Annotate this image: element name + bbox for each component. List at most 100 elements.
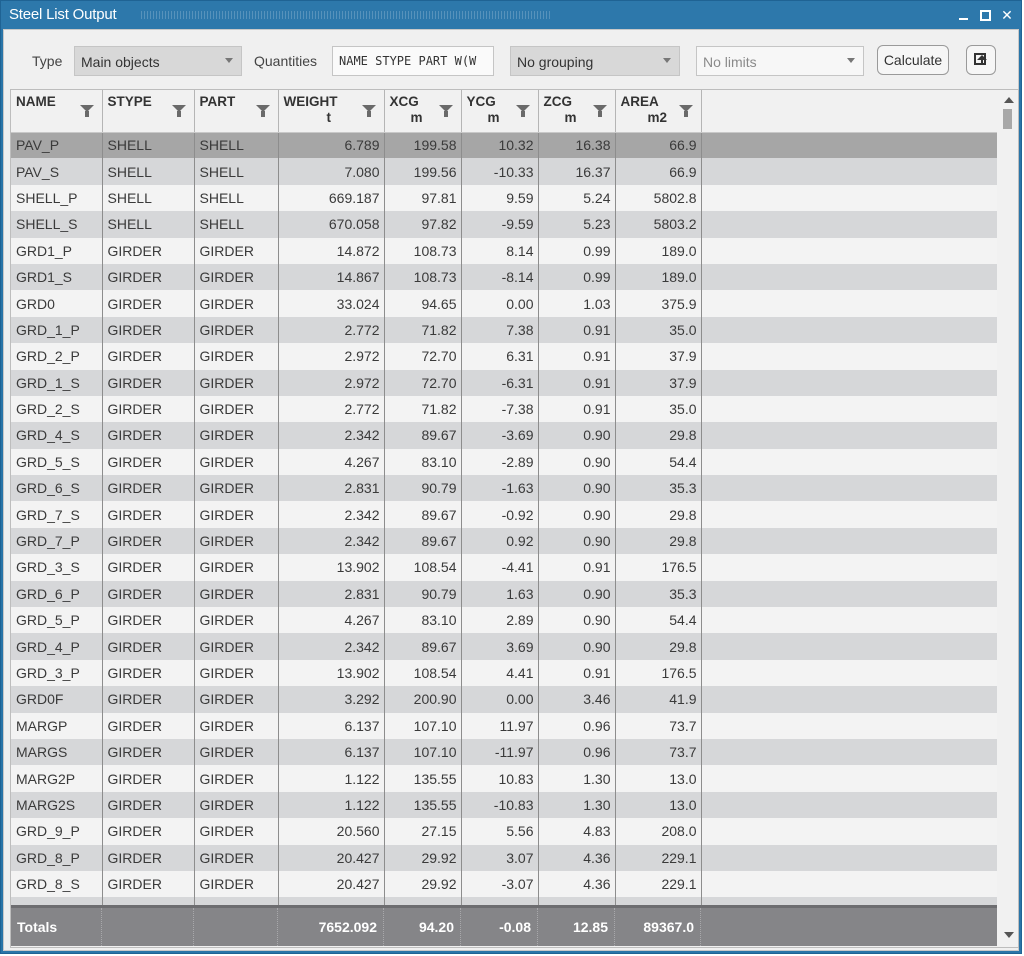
cell-name[interactable]: GRD_2_P <box>11 343 103 370</box>
cell-weight[interactable]: 6.137 <box>278 712 385 739</box>
cell-part[interactable]: GIRDER <box>194 765 279 792</box>
cell-name[interactable]: GRD0F <box>11 686 103 713</box>
cell-area[interactable]: 35.0 <box>615 395 702 423</box>
cell-area[interactable]: 35.0 <box>615 316 702 344</box>
cell-xcg[interactable]: 199.58 <box>384 132 462 159</box>
column-header-name[interactable]: NAME <box>11 90 103 133</box>
cell-ycg[interactable]: 1.63 <box>461 580 539 608</box>
cell-zcg[interactable]: 3.46 <box>538 686 616 713</box>
column-header-area[interactable]: AREA m2 <box>615 90 702 133</box>
cell-ycg[interactable]: 7.38 <box>461 316 539 344</box>
cell-weight[interactable]: 2.342 <box>278 633 385 660</box>
cell-stype[interactable]: GIRDER <box>102 369 195 396</box>
column-header-weight[interactable]: WEIGHT t <box>278 90 385 133</box>
cell-xcg[interactable]: 72.70 <box>384 369 462 396</box>
cell-zcg[interactable]: 0.91 <box>538 395 616 423</box>
cell-name[interactable]: GRD_7_S <box>11 501 103 528</box>
cell-ycg[interactable]: 6.31 <box>461 343 539 370</box>
table-row[interactable]: GRD_1_P GIRDER GIRDER 2.772 71.82 7.38 0.91 35.… <box>11 316 997 344</box>
cell-zcg[interactable]: 0.91 <box>538 316 616 344</box>
filter-icon[interactable] <box>438 105 453 117</box>
cell-weight[interactable]: 6.137 <box>278 738 385 766</box>
cell-stype[interactable]: GIRDER <box>102 738 195 766</box>
calculate-button[interactable]: Calculate <box>877 45 949 75</box>
table-row[interactable]: GRD_9_P GIRDER GIRDER 20.560 27.15 5.56 4.83 20… <box>11 818 997 845</box>
cell-weight[interactable]: 3.292 <box>278 686 385 713</box>
cell-part[interactable]: GIRDER <box>194 712 279 739</box>
cell-name[interactable]: GRD0 <box>11 290 103 317</box>
cell-area[interactable]: 29.8 <box>615 527 702 555</box>
cell-xcg[interactable]: 29.92 <box>384 844 462 871</box>
cell-part[interactable]: GIRDER <box>194 316 279 344</box>
cell-zcg[interactable]: 4.36 <box>538 870 616 898</box>
cell-stype[interactable]: GIRDER <box>102 316 195 344</box>
cell-xcg[interactable]: 107.10 <box>384 712 462 739</box>
cell-xcg[interactable]: 71.82 <box>384 316 462 344</box>
cell-ycg[interactable]: -1.63 <box>461 475 539 502</box>
cell-name[interactable]: GRD_4_S <box>11 422 103 449</box>
type-select[interactable]: Main objects <box>74 46 242 76</box>
cell-name[interactable]: GRD_9_P <box>11 818 103 845</box>
cell-stype[interactable]: GIRDER <box>102 844 195 871</box>
cell-zcg[interactable]: 0.90 <box>538 501 616 528</box>
table-row[interactable]: GRD_1_S GIRDER GIRDER 2.972 72.70 -6.31 0.91 37… <box>11 369 997 396</box>
filter-icon[interactable] <box>361 105 376 117</box>
table-row[interactable]: MARG2S GIRDER GIRDER 1.122 135.55 -10.83 1.30 1… <box>11 791 997 819</box>
cell-weight[interactable]: 2.831 <box>278 580 385 608</box>
table-row[interactable]: MARGS GIRDER GIRDER 6.137 107.10 -11.97 0.96 73… <box>11 738 997 766</box>
cell-weight[interactable]: 2.972 <box>278 369 385 396</box>
cell-area[interactable]: 35.3 <box>615 475 702 502</box>
cell-area[interactable]: 35.3 <box>615 580 702 608</box>
cell-name[interactable]: PAV_P <box>11 132 103 159</box>
cell-part[interactable]: GIRDER <box>194 686 279 713</box>
table-row[interactable]: GRD_2_S GIRDER GIRDER 2.772 71.82 -7.38 0.91 35… <box>11 395 997 423</box>
cell-ycg[interactable]: -8.14 <box>461 263 539 291</box>
cell-xcg[interactable]: 199.56 <box>384 158 462 185</box>
cell-stype[interactable]: GIRDER <box>102 607 195 634</box>
cell-xcg[interactable]: 108.54 <box>384 659 462 687</box>
cell-weight[interactable]: 2.772 <box>278 395 385 423</box>
cell-zcg[interactable]: 0.96 <box>538 738 616 766</box>
cell-name[interactable]: GRD_3_P <box>11 659 103 687</box>
table-row[interactable]: GRD_8_P GIRDER GIRDER 20.427 29.92 3.07 4.36 22… <box>11 844 997 871</box>
cell-stype[interactable]: GIRDER <box>102 554 195 581</box>
column-header-xcg[interactable]: XCG m <box>384 90 462 133</box>
grouping-select[interactable]: No grouping <box>510 46 680 76</box>
cell-stype[interactable]: GIRDER <box>102 263 195 291</box>
cell-zcg[interactable]: 4.83 <box>538 818 616 845</box>
cell-area[interactable]: 189.0 <box>615 263 702 291</box>
quantities-input[interactable]: NAME STYPE PART W(W <box>332 46 494 76</box>
drag-grip[interactable] <box>141 11 551 19</box>
cell-xcg[interactable]: 94.65 <box>384 290 462 317</box>
table-row[interactable]: GRD_3_S GIRDER GIRDER 13.902 108.54 -4.41 0.91… <box>11 554 997 581</box>
cell-area[interactable]: 29.8 <box>615 422 702 449</box>
cell-name[interactable]: GRD_5_S <box>11 448 103 476</box>
cell-name[interactable]: GRD1_P <box>11 237 103 264</box>
cell-weight[interactable]: 2.342 <box>278 527 385 555</box>
cell-zcg[interactable]: 0.90 <box>538 527 616 555</box>
cell-area[interactable]: 13.0 <box>615 765 702 792</box>
cell-stype[interactable]: SHELL <box>102 158 195 185</box>
cell-weight[interactable]: 20.427 <box>278 844 385 871</box>
cell-area[interactable]: 29.8 <box>615 501 702 528</box>
table-row[interactable]: SHELL_P SHELL SHELL 669.187 97.81 9.59 5.24 580… <box>11 184 997 212</box>
table-row[interactable]: GRD1_S GIRDER GIRDER 14.867 108.73 -8.14 0.99 1… <box>11 263 997 291</box>
cell-part[interactable]: GIRDER <box>194 237 279 264</box>
cell-stype[interactable]: SHELL <box>102 132 195 159</box>
cell-part[interactable]: GIRDER <box>194 448 279 476</box>
cell-stype[interactable]: GIRDER <box>102 448 195 476</box>
cell-xcg[interactable]: 29.92 <box>384 870 462 898</box>
cell-weight[interactable]: 2.342 <box>278 422 385 449</box>
cell-zcg[interactable]: 0.90 <box>538 448 616 476</box>
cell-area[interactable]: 54.4 <box>615 607 702 634</box>
cell-weight[interactable]: 2.831 <box>278 475 385 502</box>
cell-ycg[interactable]: 8.14 <box>461 237 539 264</box>
cell-zcg[interactable]: 5.23 <box>538 211 616 238</box>
cell-name[interactable]: MARG2S <box>11 791 103 819</box>
title-bar[interactable]: Steel List Output ✕ <box>1 1 1021 29</box>
cell-part[interactable]: GIRDER <box>194 738 279 766</box>
cell-area[interactable]: 5802.8 <box>615 184 702 212</box>
minimize-button[interactable] <box>953 5 973 25</box>
cell-name[interactable]: GRD_6_S <box>11 475 103 502</box>
cell-area[interactable]: 66.9 <box>615 158 702 185</box>
